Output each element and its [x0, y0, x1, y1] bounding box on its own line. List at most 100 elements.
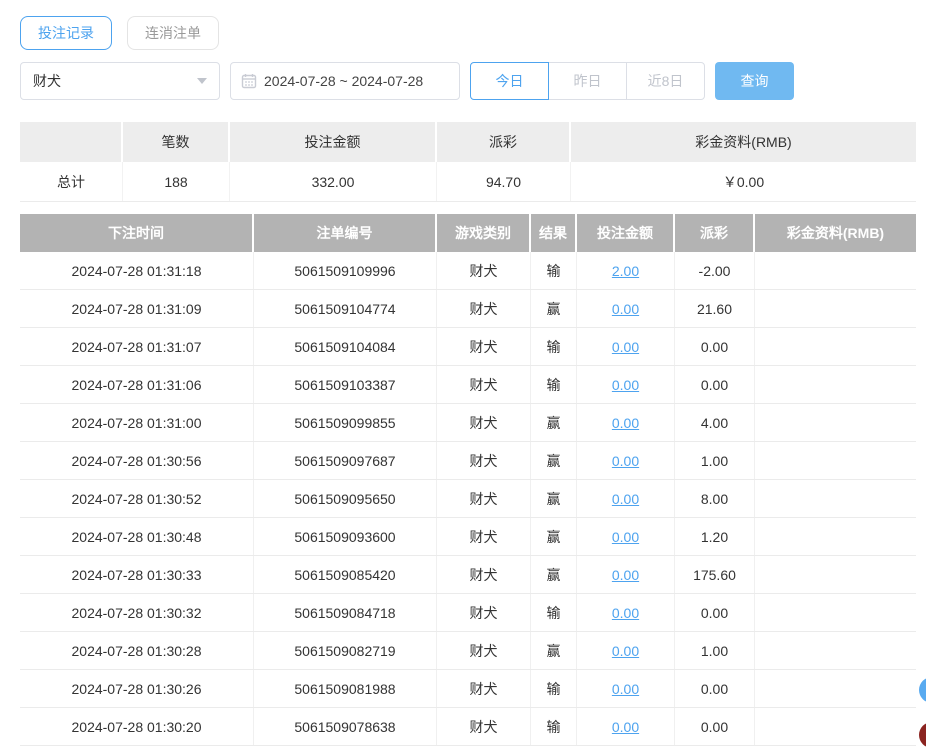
bet-amount-link[interactable]: 2.00 [612, 263, 639, 279]
bet-amount-link[interactable]: 0.00 [612, 567, 639, 583]
cell-result: 输 [531, 252, 577, 289]
table-row: 2024-07-28 01:31:185061509109996财犬输2.00-… [20, 252, 916, 290]
cell-bet-time: 2024-07-28 01:31:07 [20, 328, 254, 365]
calendar-icon [241, 73, 257, 89]
cell-bet-amount: 0.00 [577, 328, 675, 365]
summary-total-count: 188 [123, 162, 230, 201]
bet-amount-link[interactable]: 0.00 [612, 643, 639, 659]
cell-order-no: 5061509104084 [254, 328, 437, 365]
table-row: 2024-07-28 01:30:335061509085420财犬赢0.001… [20, 556, 916, 594]
bet-amount-link[interactable]: 0.00 [612, 681, 639, 697]
date-range-value: 2024-07-28 ~ 2024-07-28 [264, 73, 423, 89]
cell-order-no: 5061509081988 [254, 670, 437, 707]
cell-game-type: 财犬 [437, 366, 531, 403]
cell-bet-amount: 2.00 [577, 252, 675, 289]
summary-header-row: 笔数 投注金额 派彩 彩金资料(RMB) [20, 122, 916, 162]
cell-result: 输 [531, 366, 577, 403]
col-header-bonus: 彩金资料(RMB) [755, 214, 916, 252]
cell-bet-amount: 0.00 [577, 480, 675, 517]
cell-payout: 8.00 [675, 480, 755, 517]
cell-bonus [755, 708, 916, 745]
cell-payout: 0.00 [675, 670, 755, 707]
cell-order-no: 5061509109996 [254, 252, 437, 289]
summary-total-bet-amount: 332.00 [230, 162, 437, 201]
cell-order-no: 5061509084718 [254, 594, 437, 631]
cell-game-type: 财犬 [437, 670, 531, 707]
table-row: 2024-07-28 01:30:325061509084718财犬输 0.00 0… [20, 594, 916, 632]
cell-bonus [755, 290, 916, 327]
float-button-red[interactable] [919, 722, 926, 748]
cell-bonus [755, 404, 916, 441]
cell-bet-time: 2024-07-28 01:30:52 [20, 480, 254, 517]
bet-amount-link[interactable]: 0.00 [612, 491, 639, 507]
cell-bonus [755, 518, 916, 555]
cell-result: 赢 [531, 518, 577, 555]
records-header-row: 下注时间 注单编号 游戏类别 结果 投注金额 派彩 彩金资料(RMB) [20, 214, 916, 252]
cell-bonus [755, 632, 916, 669]
summary-header-blank [20, 122, 123, 162]
tab-bar: 投注记录 连消注单 [20, 16, 219, 50]
cell-result: 输 [531, 594, 577, 631]
col-header-order-no: 注单编号 [254, 214, 437, 252]
cell-payout: 1.00 [675, 442, 755, 479]
bet-amount-link[interactable]: 0.00 [612, 377, 639, 393]
game-select[interactable]: 财犬 [20, 62, 220, 100]
summary-table: 笔数 投注金额 派彩 彩金资料(RMB) 总计 188 332.00 94.70… [20, 122, 916, 202]
cell-game-type: 财犬 [437, 328, 531, 365]
quick-last8days-button[interactable]: 近8日 [626, 62, 705, 100]
summary-total-row: 总计 188 332.00 94.70 ￥0.00 [20, 162, 916, 202]
cell-order-no: 5061509085420 [254, 556, 437, 593]
cell-bonus [755, 442, 916, 479]
bet-amount-link[interactable]: 0.00 [612, 301, 639, 317]
cell-bet-time: 2024-07-28 01:31:06 [20, 366, 254, 403]
date-range-input[interactable]: 2024-07-28 ~ 2024-07-28 [230, 62, 460, 100]
bet-amount-link[interactable]: 0.00 [612, 605, 639, 621]
bet-amount-link[interactable]: 0.00 [612, 719, 639, 735]
summary-total-payout: 94.70 [437, 162, 571, 201]
col-header-bet-time: 下注时间 [20, 214, 254, 252]
quick-yesterday-button[interactable]: 昨日 [548, 62, 627, 100]
cell-game-type: 财犬 [437, 594, 531, 631]
cell-bet-time: 2024-07-28 01:30:20 [20, 708, 254, 745]
bet-amount-link[interactable]: 0.00 [612, 453, 639, 469]
cell-game-type: 财犬 [437, 290, 531, 327]
bet-amount-link[interactable]: 0.00 [612, 415, 639, 431]
cell-result: 输 [531, 328, 577, 365]
cell-result: 赢 [531, 480, 577, 517]
cell-order-no: 5061509099855 [254, 404, 437, 441]
bet-amount-link[interactable]: 0.00 [612, 339, 639, 355]
cell-payout: 21.60 [675, 290, 755, 327]
cell-result: 赢 [531, 632, 577, 669]
quick-today-button[interactable]: 今日 [470, 62, 549, 100]
game-select-value: 财犬 [33, 71, 61, 91]
summary-total-label: 总计 [20, 162, 123, 201]
cell-order-no: 5061509093600 [254, 518, 437, 555]
bet-amount-link[interactable]: 0.00 [612, 529, 639, 545]
tab-cancelled-orders[interactable]: 连消注单 [127, 16, 219, 50]
cell-bet-time: 2024-07-28 01:31:18 [20, 252, 254, 289]
cell-bet-time: 2024-07-28 01:30:32 [20, 594, 254, 631]
cell-bet-amount: 0.00 [577, 556, 675, 593]
cell-bet-time: 2024-07-28 01:30:56 [20, 442, 254, 479]
col-header-game-type: 游戏类别 [437, 214, 531, 252]
cell-payout: 0.00 [675, 594, 755, 631]
table-row: 2024-07-28 01:30:205061509078638财犬输0.000… [20, 708, 916, 746]
quick-date-group: 今日 昨日 近8日 [470, 62, 705, 100]
search-button[interactable]: 查询 [715, 62, 794, 100]
cell-order-no: 5061509082719 [254, 632, 437, 669]
table-row: 2024-07-28 01:30:285061509082719财犬赢0.001… [20, 632, 916, 670]
records-table: 下注时间 注单编号 游戏类别 结果 投注金额 派彩 彩金资料(RMB) 2024… [20, 214, 916, 746]
cell-bet-amount: 0.00 [577, 632, 675, 669]
float-button-blue[interactable] [919, 677, 926, 703]
cell-payout: 0.00 [675, 328, 755, 365]
cell-bet-time: 2024-07-28 01:31:00 [20, 404, 254, 441]
tab-betting-records[interactable]: 投注记录 [20, 16, 112, 50]
cell-payout: 0.00 [675, 366, 755, 403]
cell-bet-time: 2024-07-28 01:30:33 [20, 556, 254, 593]
cell-result: 输 [531, 708, 577, 745]
cell-order-no: 5061509103387 [254, 366, 437, 403]
cell-payout: 4.00 [675, 404, 755, 441]
summary-header-bet-amount: 投注金额 [230, 122, 437, 162]
col-header-result: 结果 [531, 214, 577, 252]
cell-payout: 175.60 [675, 556, 755, 593]
